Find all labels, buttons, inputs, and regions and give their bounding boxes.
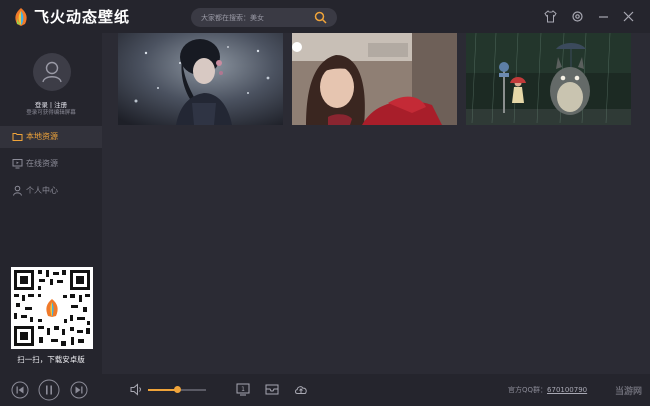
folder-icon <box>12 133 23 141</box>
totoro-rain-wallpaper <box>466 33 631 125</box>
qq-group-number[interactable]: 670100790 <box>547 386 587 394</box>
sidebar-item-label: 本地资源 <box>26 132 58 141</box>
search-icon[interactable] <box>314 11 327 24</box>
next-icon[interactable] <box>70 381 88 399</box>
sidebar-item-profile[interactable]: 个人中心 <box>0 180 102 202</box>
close-icon[interactable] <box>622 10 635 23</box>
avatar[interactable] <box>33 53 71 91</box>
minimize-icon[interactable] <box>597 10 610 23</box>
wallpaper-thumbnail-3[interactable] <box>466 33 631 125</box>
monitor-icon <box>12 159 23 169</box>
sidebar: 登录 | 注册 登录可获得编辑屏幕 本地资源 在线资源 个人中心 扫一扫，下载安… <box>0 33 102 374</box>
pause-icon[interactable] <box>38 379 60 401</box>
qq-group-info: 官方QQ群：670100790 <box>508 385 587 395</box>
cloud-upload-icon[interactable] <box>294 383 308 396</box>
previous-icon[interactable] <box>11 381 29 399</box>
sidebar-item-local[interactable]: 本地资源 <box>0 126 102 148</box>
message-box-icon[interactable] <box>265 383 279 396</box>
screen-mode-icon[interactable]: 1 <box>236 383 250 396</box>
skin-icon[interactable] <box>544 10 557 23</box>
sidebar-item-label: 个人中心 <box>26 186 58 195</box>
volume-icon[interactable] <box>130 383 144 396</box>
search-box[interactable] <box>191 8 337 27</box>
settings-icon[interactable] <box>571 10 584 23</box>
anime-girl-wallpaper <box>118 33 283 125</box>
qq-group-label: 官方QQ群： <box>508 386 548 394</box>
sidebar-item-online[interactable]: 在线资源 <box>0 153 102 175</box>
wallpaper-thumbnail-2[interactable] <box>292 33 457 125</box>
qr-code <box>11 267 93 349</box>
wallpaper-thumbnail-1[interactable] <box>118 33 283 125</box>
svg-text:1: 1 <box>241 386 245 393</box>
woman-photo-wallpaper <box>292 33 457 125</box>
volume-slider-fill <box>148 389 177 391</box>
user-icon <box>13 185 22 196</box>
login-hint: 登录可获得编辑屏幕 <box>26 110 76 116</box>
qr-caption: 扫一扫，下载安卓版 <box>17 355 85 364</box>
search-input[interactable] <box>201 10 311 25</box>
sidebar-item-label: 在线资源 <box>26 159 58 168</box>
watermark: 当游网 <box>614 387 642 397</box>
app-title: 飞火动态壁纸 <box>34 8 131 26</box>
app-logo-icon <box>15 8 27 26</box>
qr-code-image <box>14 270 90 346</box>
user-avatar-icon <box>42 61 62 83</box>
volume-slider-handle[interactable] <box>174 386 181 393</box>
